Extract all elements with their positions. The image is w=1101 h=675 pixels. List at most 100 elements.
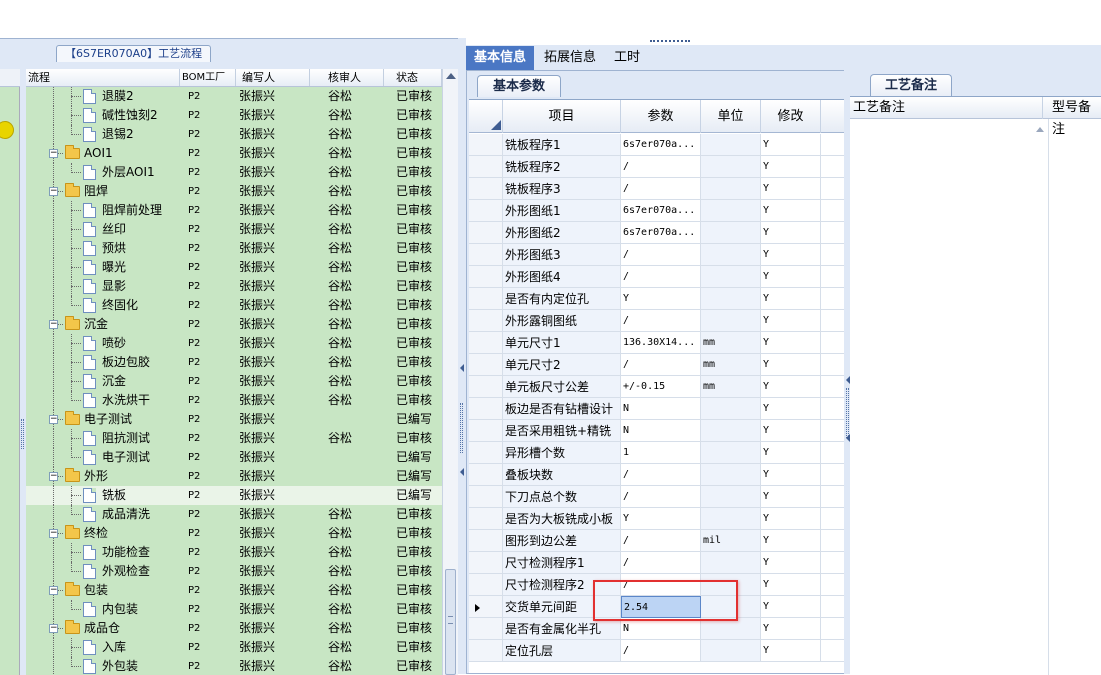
tree-node[interactable]: − 包装 xyxy=(26,581,180,600)
tree-node[interactable]: 预烘 xyxy=(26,239,180,258)
param-value-cell[interactable]: 6s7er070a... xyxy=(621,222,701,244)
tree-node[interactable]: 电子测试 xyxy=(26,448,180,467)
row-indicator[interactable] xyxy=(469,200,503,222)
row-indicator[interactable] xyxy=(469,288,503,310)
param-unit-cell[interactable] xyxy=(701,464,761,486)
param-unit-cell[interactable] xyxy=(701,310,761,332)
param-value-cell[interactable]: / xyxy=(621,486,701,508)
tree-row[interactable]: 成品清洗 P2 张振兴 谷松 已审核 xyxy=(26,505,442,524)
tree-node[interactable]: 外包装 xyxy=(26,657,180,675)
param-modify-cell[interactable]: Y xyxy=(761,156,821,178)
row-indicator[interactable] xyxy=(469,266,503,288)
param-modify-cell[interactable]: Y xyxy=(761,508,821,530)
param-modify-cell[interactable]: Y xyxy=(761,266,821,288)
param-value-cell[interactable]: N xyxy=(621,398,701,420)
scroll-up-arrow-icon[interactable] xyxy=(446,73,456,79)
param-unit-cell[interactable]: mm xyxy=(701,354,761,376)
param-modify-cell[interactable]: Y xyxy=(761,178,821,200)
row-indicator[interactable] xyxy=(469,156,503,178)
param-modify-cell[interactable]: Y xyxy=(761,574,821,596)
param-row[interactable]: 外形露铜图纸 / Y xyxy=(469,310,845,332)
param-unit-cell[interactable] xyxy=(701,222,761,244)
tree-row[interactable]: 入库 P2 张振兴 谷松 已审核 xyxy=(26,638,442,657)
scrollbar-thumb[interactable] xyxy=(445,569,456,675)
row-indicator[interactable] xyxy=(469,618,503,640)
param-value-cell[interactable]: 6s7er070a... xyxy=(621,200,701,222)
tree-row[interactable]: − 阻焊 P2 张振兴 谷松 已审核 xyxy=(26,182,442,201)
param-modify-cell[interactable]: Y xyxy=(761,596,821,618)
tree-row[interactable]: 外层AOI1 P2 张振兴 谷松 已审核 xyxy=(26,163,442,182)
param-modify-cell[interactable]: Y xyxy=(761,552,821,574)
collapse-toggle-icon[interactable]: − xyxy=(49,320,58,329)
row-indicator[interactable] xyxy=(469,552,503,574)
param-unit-cell[interactable] xyxy=(701,398,761,420)
param-row[interactable]: 定位孔层 / Y xyxy=(469,640,845,662)
tree-node[interactable]: 入库 xyxy=(26,638,180,657)
tree-row[interactable]: 丝印 P2 张振兴 谷松 已审核 xyxy=(26,220,442,239)
param-value-cell[interactable]: / xyxy=(621,244,701,266)
param-modify-cell[interactable]: Y xyxy=(761,486,821,508)
tree-node[interactable]: 水洗烘干 xyxy=(26,391,180,410)
param-value-cell[interactable]: / xyxy=(621,354,701,376)
param-modify-cell[interactable]: Y xyxy=(761,618,821,640)
param-modify-cell[interactable]: Y xyxy=(761,288,821,310)
top-splitter-handle[interactable] xyxy=(640,38,702,44)
collapse-left-arrow-icon[interactable] xyxy=(460,364,464,372)
row-indicator[interactable] xyxy=(469,332,503,354)
collapse-toggle-icon[interactable]: − xyxy=(49,624,58,633)
tree-row[interactable]: 铣板 P2 张振兴 已编写 xyxy=(26,486,442,505)
param-unit-cell[interactable]: mm xyxy=(701,376,761,398)
tree-row[interactable]: 板边包胶 P2 张振兴 谷松 已审核 xyxy=(26,353,442,372)
param-value-cell[interactable]: / xyxy=(621,156,701,178)
param-unit-cell[interactable] xyxy=(701,420,761,442)
param-row[interactable]: 铣板程序3/ Y xyxy=(469,178,845,200)
param-row[interactable]: 铣板程序2/ Y xyxy=(469,156,845,178)
tree-scrollbar[interactable] xyxy=(442,69,458,675)
param-unit-cell[interactable] xyxy=(701,486,761,508)
param-row[interactable]: 叠板块数 / Y xyxy=(469,464,845,486)
grid-corner[interactable] xyxy=(469,100,503,133)
scroll-up-arrow-icon[interactable] xyxy=(1036,127,1044,132)
tree-row[interactable]: 外包装 P2 张振兴 谷松 已审核 xyxy=(26,657,442,675)
param-modify-cell[interactable]: Y xyxy=(761,244,821,266)
param-row[interactable]: 下刀点总个数 / Y xyxy=(469,486,845,508)
row-indicator[interactable] xyxy=(469,420,503,442)
param-row[interactable]: 单元尺寸1 136.30X14... mm Y xyxy=(469,332,845,354)
param-unit-cell[interactable] xyxy=(701,618,761,640)
param-modify-cell[interactable]: Y xyxy=(761,134,821,156)
param-row[interactable]: 铣板程序1 6s7er070a... Y xyxy=(469,134,845,156)
param-modify-cell[interactable]: Y xyxy=(761,464,821,486)
tree-row[interactable]: 预烘 P2 张振兴 谷松 已审核 xyxy=(26,239,442,258)
row-indicator[interactable] xyxy=(469,508,503,530)
row-indicator[interactable] xyxy=(469,398,503,420)
tree-node[interactable]: − 终检 xyxy=(26,524,180,543)
tree-node[interactable]: 丝印 xyxy=(26,220,180,239)
row-indicator[interactable] xyxy=(469,178,503,200)
param-row[interactable]: 外形图纸3/ Y xyxy=(469,244,845,266)
tree-node[interactable]: 功能检查 xyxy=(26,543,180,562)
tab-extended-info[interactable]: 拓展信息 xyxy=(536,46,604,70)
tree-row[interactable]: 退膜2 P2 张振兴 谷松 已审核 xyxy=(26,87,442,106)
column-header-modify[interactable]: 修改 xyxy=(761,100,821,133)
param-row[interactable]: 外形图纸4/ Y xyxy=(469,266,845,288)
tree-row[interactable]: − 外形 P2 张振兴 已编写 xyxy=(26,467,442,486)
param-value-cell[interactable]: N xyxy=(621,618,701,640)
row-indicator[interactable] xyxy=(469,222,503,244)
param-value-cell[interactable]: +/-0.15 xyxy=(621,376,701,398)
param-modify-cell[interactable]: Y xyxy=(761,310,821,332)
param-modify-cell[interactable]: Y xyxy=(761,332,821,354)
param-row[interactable]: 是否采用粗铣+精铣 N Y xyxy=(469,420,845,442)
tree-node[interactable]: 曝光 xyxy=(26,258,180,277)
tree-node[interactable]: 成品清洗 xyxy=(26,505,180,524)
param-unit-cell[interactable]: mil xyxy=(701,530,761,552)
param-modify-cell[interactable]: Y xyxy=(761,640,821,662)
param-value-cell[interactable]: Y xyxy=(621,508,701,530)
tree-row[interactable]: − 包装 P2 张振兴 谷松 已审核 xyxy=(26,581,442,600)
tree-node[interactable]: 外层AOI1 xyxy=(26,163,180,182)
param-modify-cell[interactable]: Y xyxy=(761,222,821,244)
param-value-cell[interactable]: 6s7er070a... xyxy=(621,134,701,156)
param-row[interactable]: 异形槽个数 1 Y xyxy=(469,442,845,464)
row-indicator[interactable] xyxy=(469,486,503,508)
tree-node[interactable]: 显影 xyxy=(26,277,180,296)
row-indicator[interactable] xyxy=(469,442,503,464)
